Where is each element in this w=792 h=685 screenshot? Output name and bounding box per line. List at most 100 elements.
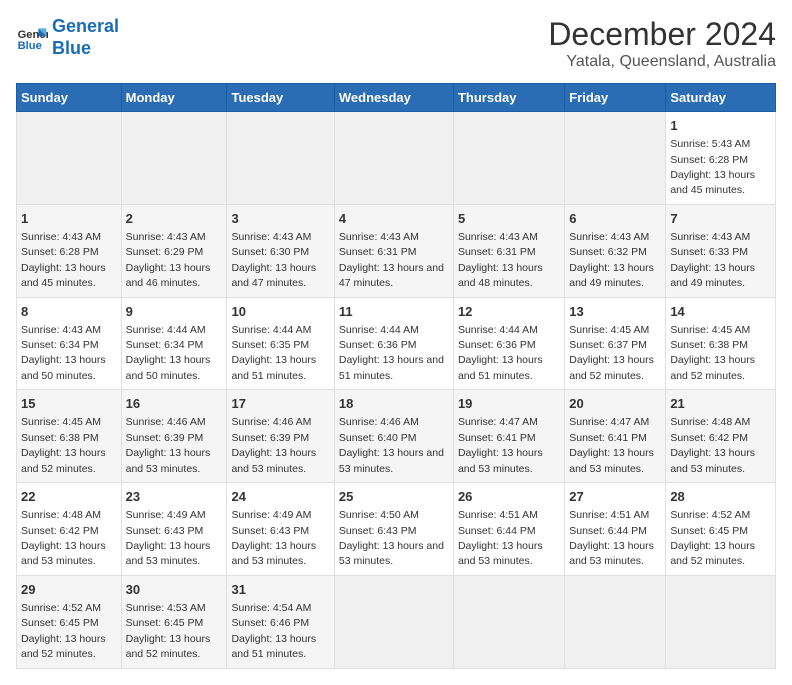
day-cell: 9 Sunrise: 4:44 AMSunset: 6:34 PMDayligh… xyxy=(121,297,227,390)
day-cell: 3 Sunrise: 4:43 AMSunset: 6:30 PMDayligh… xyxy=(227,204,334,297)
day-cell: 27 Sunrise: 4:51 AMSunset: 6:44 PMDaylig… xyxy=(565,483,666,576)
day-cell: 4 Sunrise: 4:43 AMSunset: 6:31 PMDayligh… xyxy=(334,204,453,297)
day-info: Sunrise: 4:45 AMSunset: 6:38 PMDaylight:… xyxy=(670,324,755,382)
day-number: 10 xyxy=(231,303,329,321)
day-info: Sunrise: 4:43 AMSunset: 6:30 PMDaylight:… xyxy=(231,231,316,289)
day-cell: 1 Sunrise: 5:43 AMSunset: 6:28 PMDayligh… xyxy=(666,112,776,205)
day-number: 27 xyxy=(569,488,661,506)
svg-text:Blue: Blue xyxy=(18,40,42,52)
day-info: Sunrise: 4:44 AMSunset: 6:36 PMDaylight:… xyxy=(458,324,543,382)
day-cell xyxy=(453,575,564,668)
day-cell xyxy=(334,575,453,668)
main-title: December 2024 xyxy=(548,16,776,53)
day-cell: 2 Sunrise: 4:43 AMSunset: 6:29 PMDayligh… xyxy=(121,204,227,297)
day-info: Sunrise: 4:51 AMSunset: 6:44 PMDaylight:… xyxy=(458,509,543,567)
day-cell: 16 Sunrise: 4:46 AMSunset: 6:39 PMDaylig… xyxy=(121,390,227,483)
day-cell: 28 Sunrise: 4:52 AMSunset: 6:45 PMDaylig… xyxy=(666,483,776,576)
day-cell: 15 Sunrise: 4:45 AMSunset: 6:38 PMDaylig… xyxy=(17,390,122,483)
day-info: Sunrise: 4:43 AMSunset: 6:31 PMDaylight:… xyxy=(458,231,543,289)
col-header-sunday: Sunday xyxy=(17,84,122,112)
day-info: Sunrise: 4:54 AMSunset: 6:46 PMDaylight:… xyxy=(231,602,316,660)
day-info: Sunrise: 4:43 AMSunset: 6:29 PMDaylight:… xyxy=(126,231,211,289)
day-cell xyxy=(121,112,227,205)
day-info: Sunrise: 4:44 AMSunset: 6:35 PMDaylight:… xyxy=(231,324,316,382)
day-info: Sunrise: 4:44 AMSunset: 6:36 PMDaylight:… xyxy=(339,324,444,382)
week-row-5: 22 Sunrise: 4:48 AMSunset: 6:42 PMDaylig… xyxy=(17,483,776,576)
col-header-saturday: Saturday xyxy=(666,84,776,112)
day-info: Sunrise: 4:43 AMSunset: 6:28 PMDaylight:… xyxy=(21,231,106,289)
day-cell: 17 Sunrise: 4:46 AMSunset: 6:39 PMDaylig… xyxy=(227,390,334,483)
day-info: Sunrise: 4:52 AMSunset: 6:45 PMDaylight:… xyxy=(21,602,106,660)
day-number: 25 xyxy=(339,488,449,506)
day-info: Sunrise: 4:49 AMSunset: 6:43 PMDaylight:… xyxy=(231,509,316,567)
col-header-wednesday: Wednesday xyxy=(334,84,453,112)
day-number: 17 xyxy=(231,395,329,413)
day-cell: 20 Sunrise: 4:47 AMSunset: 6:41 PMDaylig… xyxy=(565,390,666,483)
day-cell: 11 Sunrise: 4:44 AMSunset: 6:36 PMDaylig… xyxy=(334,297,453,390)
day-cell: 22 Sunrise: 4:48 AMSunset: 6:42 PMDaylig… xyxy=(17,483,122,576)
day-cell xyxy=(453,112,564,205)
day-cell: 1 Sunrise: 4:43 AMSunset: 6:28 PMDayligh… xyxy=(17,204,122,297)
col-header-friday: Friday xyxy=(565,84,666,112)
day-cell xyxy=(227,112,334,205)
day-info: Sunrise: 4:47 AMSunset: 6:41 PMDaylight:… xyxy=(458,416,543,474)
day-number: 15 xyxy=(21,395,117,413)
day-cell: 25 Sunrise: 4:50 AMSunset: 6:43 PMDaylig… xyxy=(334,483,453,576)
week-row-2: 1 Sunrise: 4:43 AMSunset: 6:28 PMDayligh… xyxy=(17,204,776,297)
week-row-1: 1 Sunrise: 5:43 AMSunset: 6:28 PMDayligh… xyxy=(17,112,776,205)
day-info: Sunrise: 4:49 AMSunset: 6:43 PMDaylight:… xyxy=(126,509,211,567)
day-number: 26 xyxy=(458,488,560,506)
day-number: 21 xyxy=(670,395,771,413)
calendar-table: SundayMondayTuesdayWednesdayThursdayFrid… xyxy=(16,83,776,669)
day-cell: 23 Sunrise: 4:49 AMSunset: 6:43 PMDaylig… xyxy=(121,483,227,576)
day-info: Sunrise: 4:48 AMSunset: 6:42 PMDaylight:… xyxy=(670,416,755,474)
day-number: 7 xyxy=(670,210,771,228)
day-info: Sunrise: 5:43 AMSunset: 6:28 PMDaylight:… xyxy=(670,138,755,196)
day-info: Sunrise: 4:53 AMSunset: 6:45 PMDaylight:… xyxy=(126,602,211,660)
day-number: 6 xyxy=(569,210,661,228)
header-row: SundayMondayTuesdayWednesdayThursdayFrid… xyxy=(17,84,776,112)
day-number: 13 xyxy=(569,303,661,321)
header: General Blue General Blue December 2024 … xyxy=(16,16,776,71)
day-number: 19 xyxy=(458,395,560,413)
day-number: 20 xyxy=(569,395,661,413)
day-cell: 12 Sunrise: 4:44 AMSunset: 6:36 PMDaylig… xyxy=(453,297,564,390)
day-number: 14 xyxy=(670,303,771,321)
day-info: Sunrise: 4:50 AMSunset: 6:43 PMDaylight:… xyxy=(339,509,444,567)
col-header-thursday: Thursday xyxy=(453,84,564,112)
day-info: Sunrise: 4:43 AMSunset: 6:31 PMDaylight:… xyxy=(339,231,444,289)
day-info: Sunrise: 4:48 AMSunset: 6:42 PMDaylight:… xyxy=(21,509,106,567)
day-number: 16 xyxy=(126,395,223,413)
day-cell xyxy=(666,575,776,668)
day-cell: 26 Sunrise: 4:51 AMSunset: 6:44 PMDaylig… xyxy=(453,483,564,576)
day-number: 28 xyxy=(670,488,771,506)
day-cell: 5 Sunrise: 4:43 AMSunset: 6:31 PMDayligh… xyxy=(453,204,564,297)
day-cell: 6 Sunrise: 4:43 AMSunset: 6:32 PMDayligh… xyxy=(565,204,666,297)
day-number: 29 xyxy=(21,581,117,599)
day-cell xyxy=(565,575,666,668)
day-cell: 7 Sunrise: 4:43 AMSunset: 6:33 PMDayligh… xyxy=(666,204,776,297)
day-cell: 30 Sunrise: 4:53 AMSunset: 6:45 PMDaylig… xyxy=(121,575,227,668)
day-number: 1 xyxy=(21,210,117,228)
title-area: December 2024 Yatala, Queensland, Austra… xyxy=(548,16,776,71)
logo: General Blue General Blue xyxy=(16,16,119,59)
day-info: Sunrise: 4:43 AMSunset: 6:33 PMDaylight:… xyxy=(670,231,755,289)
col-header-monday: Monday xyxy=(121,84,227,112)
day-cell: 8 Sunrise: 4:43 AMSunset: 6:34 PMDayligh… xyxy=(17,297,122,390)
week-row-4: 15 Sunrise: 4:45 AMSunset: 6:38 PMDaylig… xyxy=(17,390,776,483)
day-number: 24 xyxy=(231,488,329,506)
day-number: 9 xyxy=(126,303,223,321)
day-number: 5 xyxy=(458,210,560,228)
day-cell: 21 Sunrise: 4:48 AMSunset: 6:42 PMDaylig… xyxy=(666,390,776,483)
logo-text: General Blue xyxy=(52,16,119,59)
day-cell xyxy=(17,112,122,205)
logo-icon: General Blue xyxy=(16,22,48,54)
day-info: Sunrise: 4:51 AMSunset: 6:44 PMDaylight:… xyxy=(569,509,654,567)
day-number: 4 xyxy=(339,210,449,228)
day-number: 8 xyxy=(21,303,117,321)
day-number: 23 xyxy=(126,488,223,506)
day-cell xyxy=(334,112,453,205)
day-number: 1 xyxy=(670,117,771,135)
day-cell: 29 Sunrise: 4:52 AMSunset: 6:45 PMDaylig… xyxy=(17,575,122,668)
day-number: 31 xyxy=(231,581,329,599)
